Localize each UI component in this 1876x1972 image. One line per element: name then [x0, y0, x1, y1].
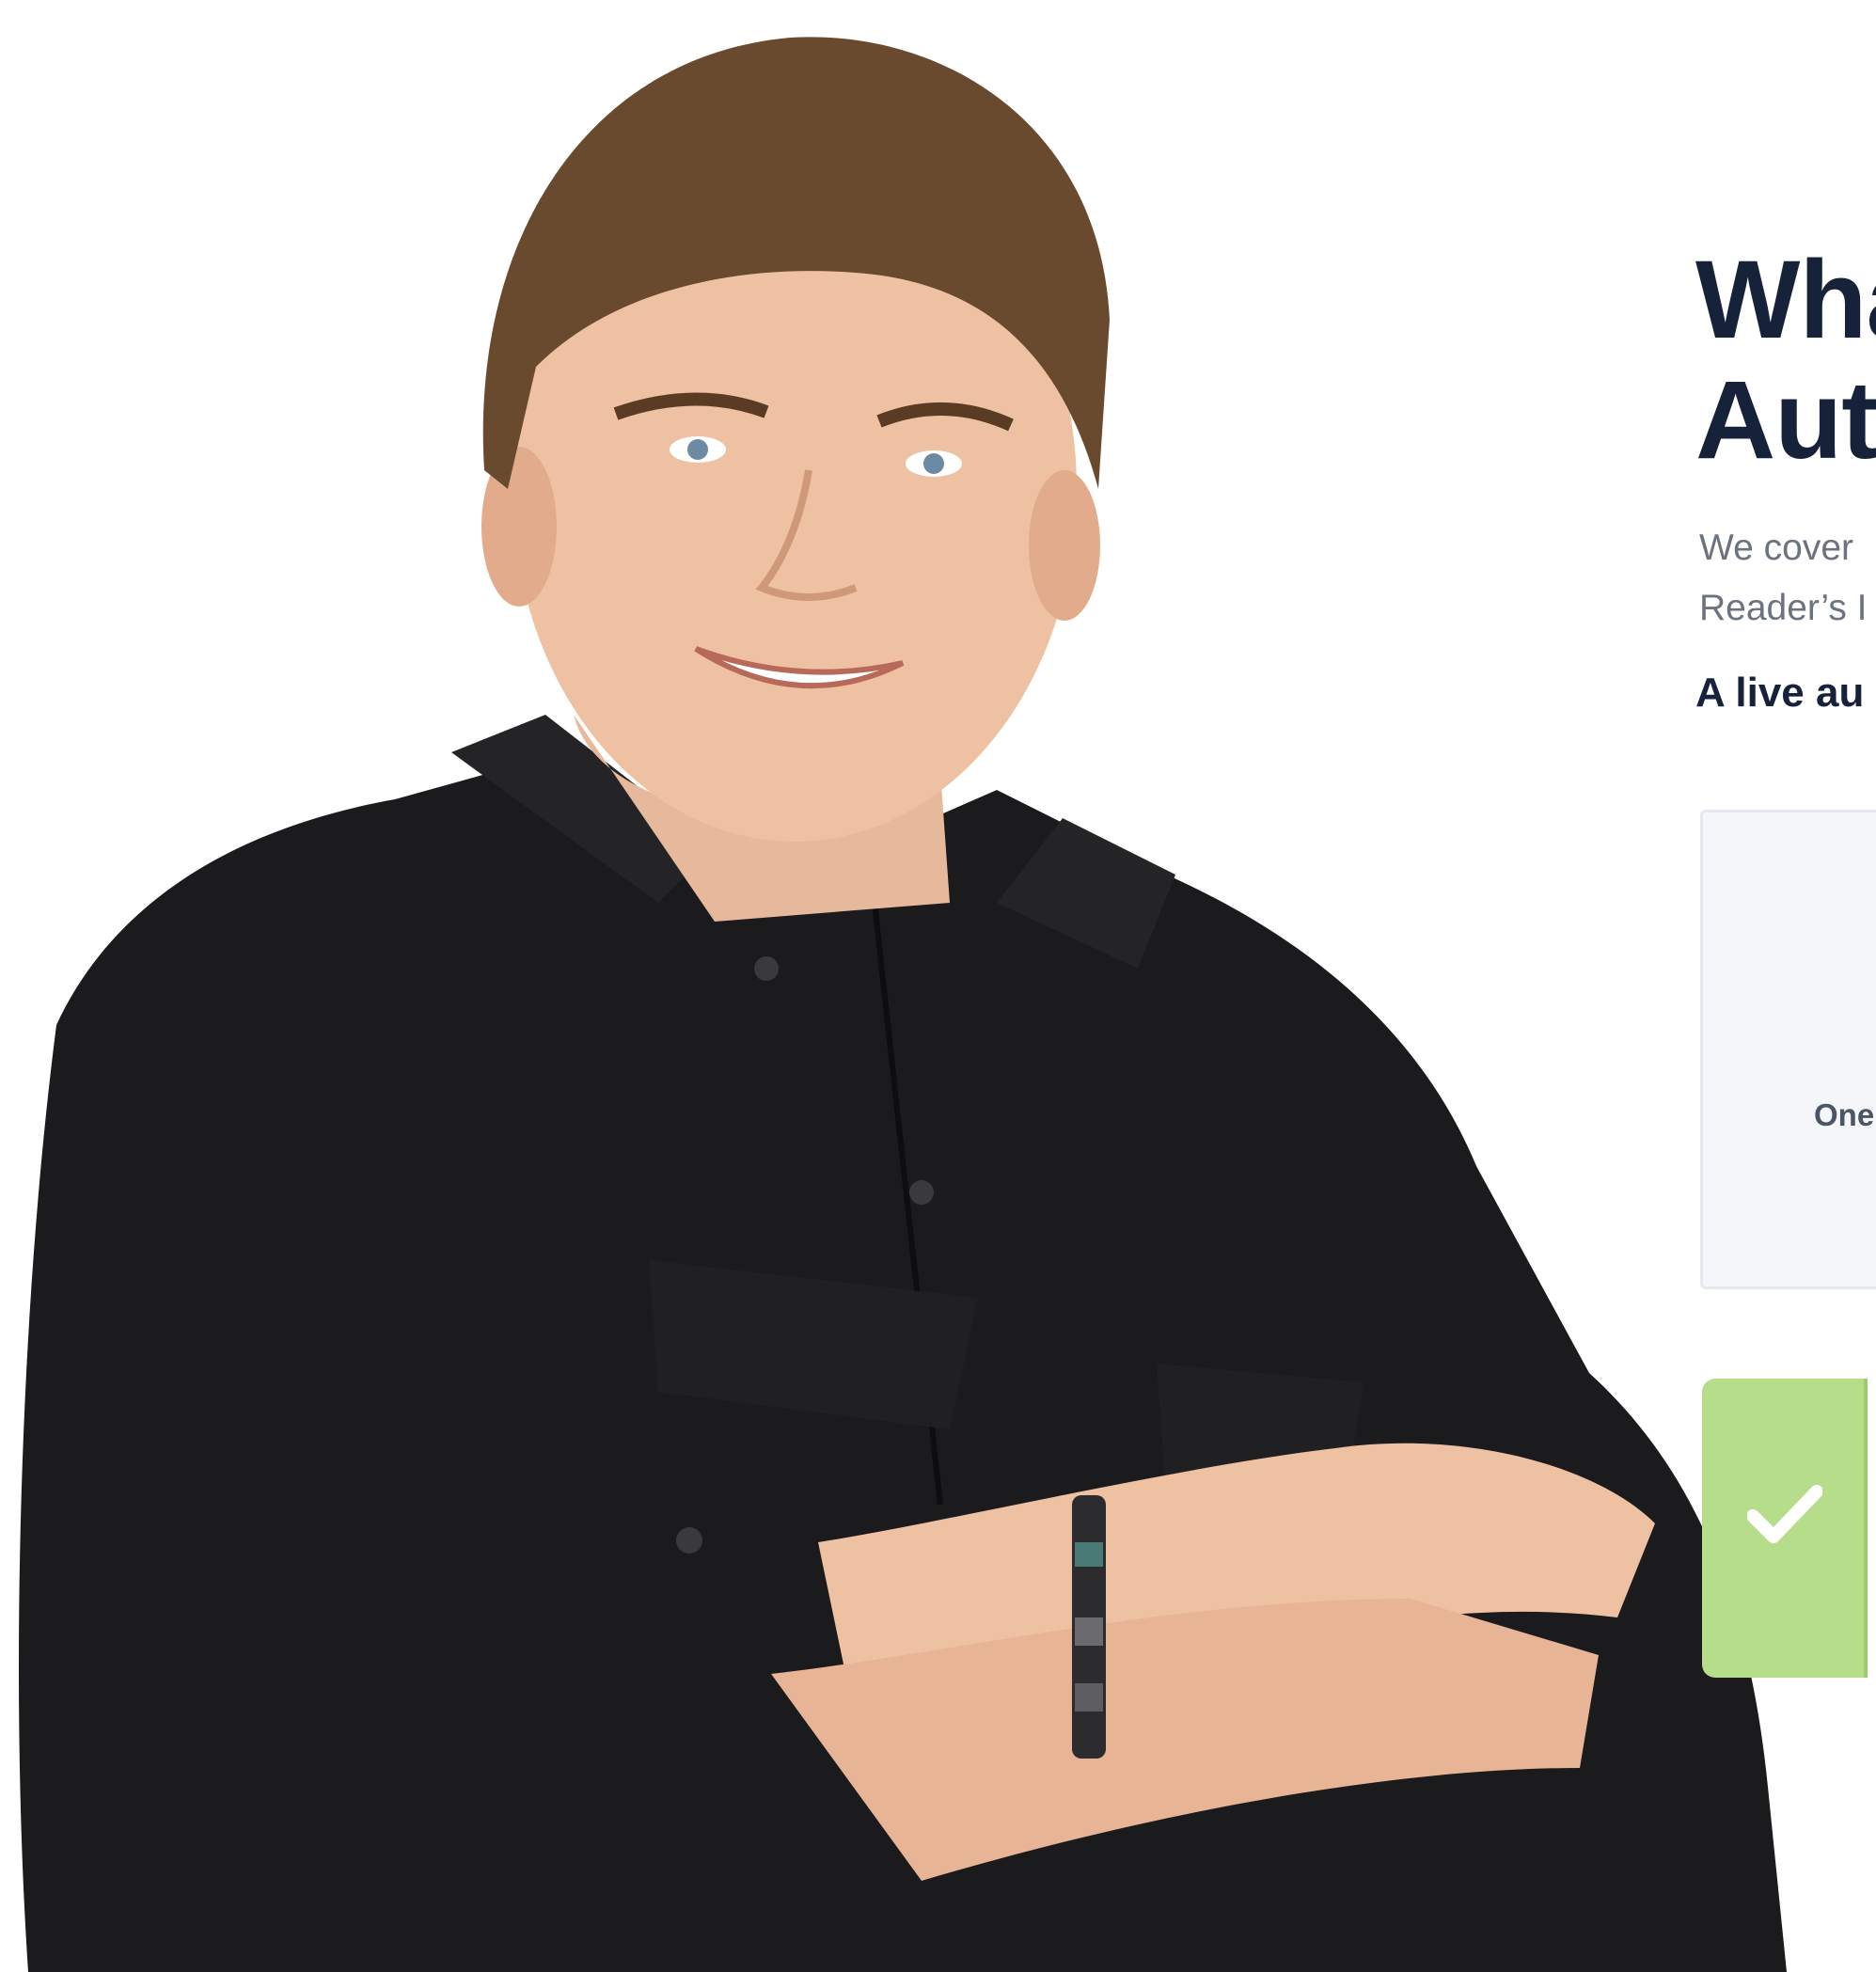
page: Wha Aut We cover Reader’s I A live au On… — [0, 0, 1876, 1972]
page-title: Wha Aut — [1695, 240, 1876, 481]
subheading: A live au — [1695, 670, 1865, 716]
hero-content: Wha Aut We cover Reader’s I A live au — [1695, 240, 1876, 719]
feature-card[interactable]: One — [1700, 810, 1876, 1289]
feature-card-caption: One — [1814, 1097, 1875, 1132]
page-title-line-2: Aut — [1695, 358, 1876, 482]
page-title-line-1: Wha — [1695, 238, 1876, 362]
intro-paragraph: We cover Reader’s I — [1699, 518, 1876, 639]
person-portrait-icon — [19, 37, 1787, 1972]
check-card-panel — [1864, 1379, 1876, 1678]
checkmark-icon — [1747, 1485, 1822, 1543]
check-card[interactable] — [1702, 1379, 1876, 1678]
intro-line-2: Reader’s I — [1699, 588, 1868, 628]
intro-line-1: We cover — [1699, 528, 1853, 568]
